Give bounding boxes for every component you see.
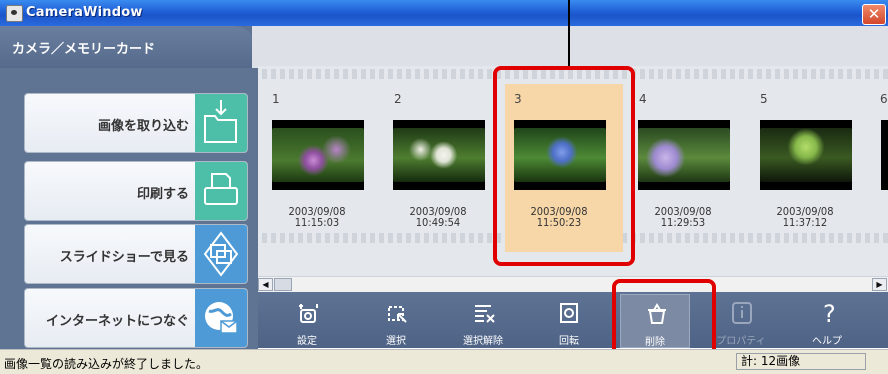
thumbnail-index: 1 — [272, 92, 280, 106]
scroll-thumb[interactable] — [274, 278, 292, 291]
callout-line-top — [568, 0, 570, 66]
thumbnail-highlight-box — [493, 66, 635, 266]
camera-app-icon — [6, 5, 23, 22]
folder-import-icon — [195, 94, 247, 152]
print-icon — [195, 162, 247, 220]
thumbnail-date: 2003/09/08 11:37:12 — [776, 205, 834, 229]
thumbnail-image-partial[interactable] — [881, 120, 888, 190]
import-images-button[interactable]: 画像を取り込む — [24, 93, 248, 153]
slideshow-label: スライドショーで見る — [59, 250, 189, 265]
select-label: 選択 — [386, 336, 406, 347]
deselect-button[interactable]: 選択解除 — [448, 294, 518, 348]
title-bar: CameraWindow ✕ — [0, 0, 888, 26]
settings-icon — [295, 300, 321, 326]
thumbnail-index: 5 — [760, 92, 768, 106]
bottom-toolbar: 設定 選択 選択解除 回転 削除 プロパティ ? ヘルプ — [258, 292, 888, 348]
settings-label: 設定 — [297, 336, 317, 347]
scroll-left-button[interactable]: ◀ — [258, 278, 273, 291]
select-icon — [384, 300, 410, 326]
thumbnail-index: 4 — [639, 92, 647, 106]
print-label: 印刷する — [136, 187, 189, 202]
svg-text:?: ? — [823, 300, 836, 326]
panel-tab-notch — [252, 26, 258, 68]
internet-label: インターネットにつなぐ — [45, 314, 189, 329]
rotate-button[interactable]: 回転 — [534, 294, 604, 348]
thumbnail-image[interactable] — [272, 120, 364, 190]
rotate-label: 回転 — [559, 336, 579, 347]
slideshow-button[interactable]: スライドショーで見る — [24, 224, 248, 284]
thumbnail-image[interactable] — [393, 120, 485, 190]
internet-button[interactable]: インターネットにつなぐ — [24, 288, 248, 348]
scroll-right-button[interactable]: ▶ — [872, 278, 887, 291]
help-label: ヘルプ — [812, 336, 842, 347]
print-button[interactable]: 印刷する — [24, 161, 248, 221]
status-message: 画像一覧の読み込みが終了しました。 — [4, 357, 209, 371]
info-icon — [729, 300, 755, 326]
rotate-icon — [557, 300, 583, 326]
internet-icon — [195, 289, 247, 347]
thumbnail-date: 2003/09/08 11:15:03 — [288, 205, 346, 229]
thumbnail-date: 2003/09/08 10:49:54 — [409, 205, 467, 229]
thumbnail-index: 6 — [880, 92, 888, 106]
image-count: 計: 12画像 — [736, 353, 866, 370]
deselect-label: 選択解除 — [463, 336, 503, 347]
import-images-label: 画像を取り込む — [97, 119, 189, 134]
select-button[interactable]: 選択 — [361, 294, 431, 348]
thumbnail-image[interactable] — [760, 120, 852, 190]
horizontal-scrollbar[interactable]: ◀ ▶ — [258, 276, 888, 292]
slideshow-icon — [195, 225, 247, 283]
thumbnail-image[interactable] — [638, 120, 730, 190]
camera-window: CameraWindow ✕ カメラ／メモリーカード 画像を取り込む 印刷する … — [0, 0, 888, 374]
help-icon: ? — [815, 300, 841, 328]
thumbnail-date: 2003/09/08 11:29:53 — [654, 205, 712, 229]
properties-label: プロパティ — [716, 336, 766, 347]
thumbnail-index: 2 — [394, 92, 402, 106]
window-title: CameraWindow — [26, 5, 143, 20]
settings-button[interactable]: 設定 — [272, 294, 342, 348]
deselect-icon — [471, 300, 497, 326]
status-bar: 画像一覧の読み込みが終了しました。 計: 12画像 — [0, 349, 888, 374]
left-panel: カメラ／メモリーカード 画像を取り込む 印刷する スライドショーで見る インター… — [0, 26, 258, 349]
panel-header: カメラ／メモリーカード — [0, 26, 256, 68]
help-button[interactable]: ? ヘルプ — [792, 294, 862, 348]
properties-button[interactable]: プロパティ — [706, 294, 776, 348]
panel-header-title: カメラ／メモリーカード — [12, 42, 156, 57]
close-button[interactable]: ✕ — [862, 4, 886, 25]
